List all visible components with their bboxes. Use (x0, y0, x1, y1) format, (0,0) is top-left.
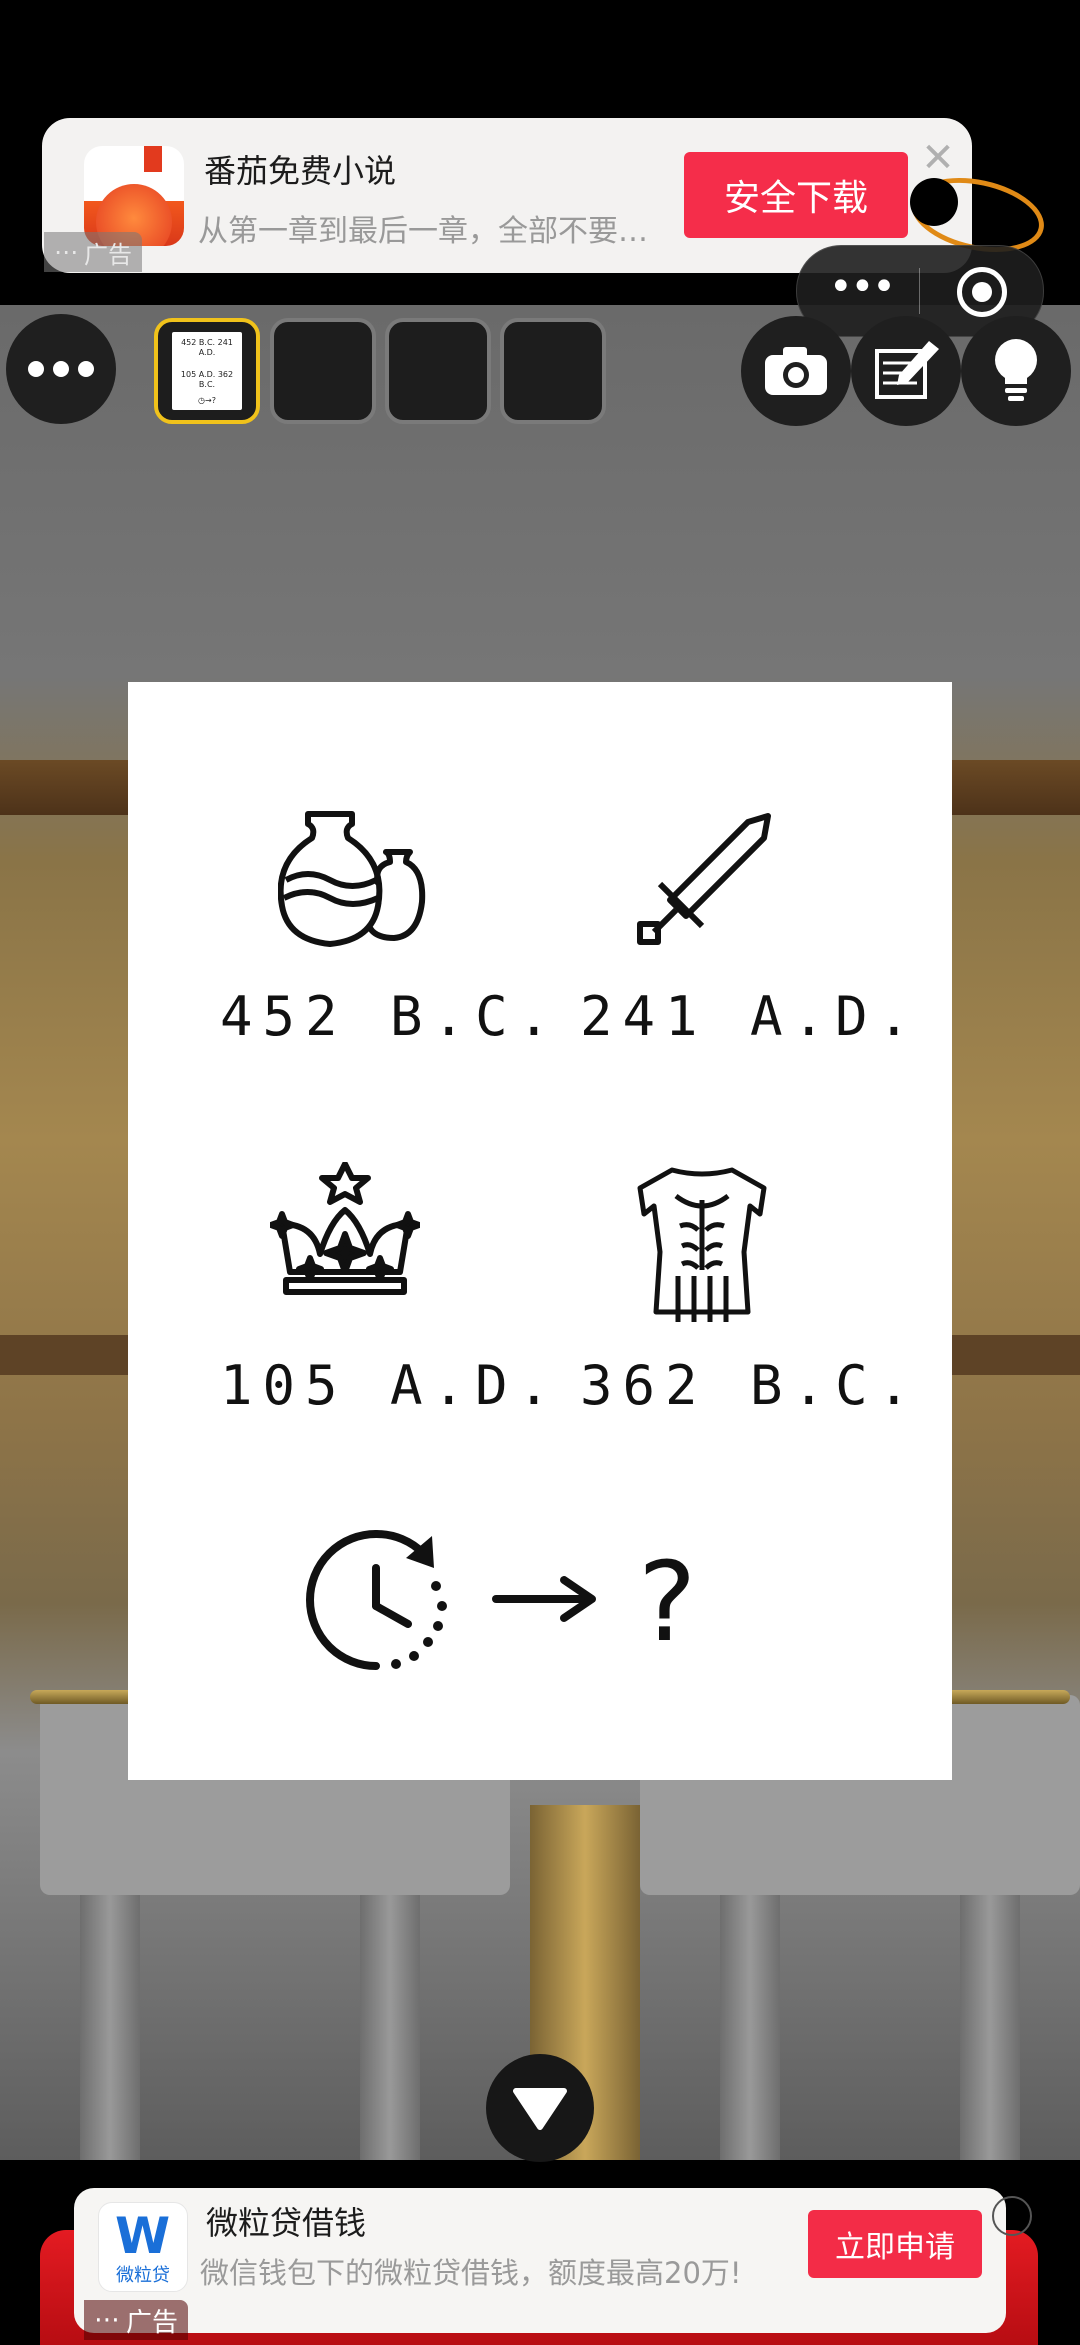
close-icon[interactable] (992, 2196, 1032, 2236)
more-options-icon[interactable]: ••• (829, 267, 896, 308)
armor-icon (637, 1167, 767, 1322)
question-mark: ? (638, 1538, 697, 1666)
era-date-label: 241 A.D. (580, 985, 921, 1048)
thumb-row: 105 A.D. 362 B.C. (180, 370, 234, 389)
close-icon[interactable]: ✕ (918, 138, 958, 178)
thumb-row: ◷→? (198, 396, 216, 405)
inventory-slot-2[interactable] (270, 318, 376, 424)
ellipsis-icon (28, 361, 94, 377)
era-date-label: 362 B.C. (580, 1354, 921, 1417)
bookmark-icon (144, 146, 162, 172)
inventory-slot-3[interactable] (385, 318, 491, 424)
loan-logo-caption: 微粒贷 (116, 2265, 170, 2286)
dot-mark (910, 178, 958, 226)
ad-description: 从第一章到最后一章，全部不要… (198, 214, 648, 249)
hint-button[interactable] (961, 316, 1071, 426)
notes-button[interactable] (851, 316, 961, 426)
ad-app-name: 番茄免费小说 (204, 152, 397, 190)
ad-logo-icon: ⋯ (54, 238, 78, 266)
inventory-slot-1[interactable]: 452 B.C. 241 A.D. 105 A.D. 362 B.C. ◷→? (154, 318, 260, 424)
pillar (960, 1895, 1020, 2160)
ad-tag: ⋯ 广告 (44, 232, 142, 272)
loan-app-icon: W 微粒贷 (98, 2202, 188, 2292)
clue-card: 452 B.C. 241 A.D. 105 A.D. 362 B.C. ? (128, 682, 952, 1780)
exit-target-icon[interactable] (957, 267, 1007, 317)
ad-tag-label: 广告 (126, 2307, 179, 2338)
down-arrow-icon (513, 2088, 567, 2130)
safe-download-button[interactable]: 安全下载 (684, 152, 908, 238)
ad-app-name: 微粒贷借钱 (206, 2204, 367, 2242)
arrow-right-icon (492, 1576, 596, 1622)
apply-now-button[interactable]: 立即申请 (808, 2210, 982, 2278)
pillar (720, 1895, 780, 2160)
loan-logo-letter: W (115, 2207, 171, 2265)
ad-tag: ⋯ 广告 (84, 2300, 189, 2340)
clue-card-thumbnail: 452 B.C. 241 A.D. 105 A.D. 362 B.C. ◷→? (172, 332, 242, 410)
pillar (80, 1895, 140, 2160)
inventory-slot-4[interactable] (500, 318, 606, 424)
bottom-ad-banner[interactable]: W 微粒贷 微粒贷借钱 微信钱包下的微粒贷借钱，额度最高20万! 立即申请 (74, 2188, 1006, 2333)
clock-forward-icon (306, 1529, 447, 1670)
capsule-divider (919, 268, 920, 314)
camera-icon (765, 347, 827, 395)
lightbulb-icon (995, 339, 1037, 401)
thumb-row: 452 B.C. 241 A.D. (181, 338, 233, 357)
ad-logo-icon: ⋯ (94, 2305, 120, 2335)
crown-icon (270, 1162, 420, 1295)
camera-button[interactable] (741, 316, 851, 426)
back-down-button[interactable] (486, 2054, 594, 2162)
vase-icon (278, 811, 426, 947)
era-date-label: 105 A.D. (220, 1354, 561, 1417)
notepad-pencil-icon (875, 341, 939, 399)
pillar (360, 1895, 420, 2160)
novel-app-icon (84, 146, 184, 246)
menu-button[interactable] (6, 314, 116, 424)
era-date-label: 452 B.C. (220, 985, 561, 1048)
sword-icon (637, 813, 771, 945)
ad-tag-label: 广告 (84, 240, 132, 269)
ad-description: 微信钱包下的微粒贷借钱，额度最高20万! (200, 2256, 742, 2290)
